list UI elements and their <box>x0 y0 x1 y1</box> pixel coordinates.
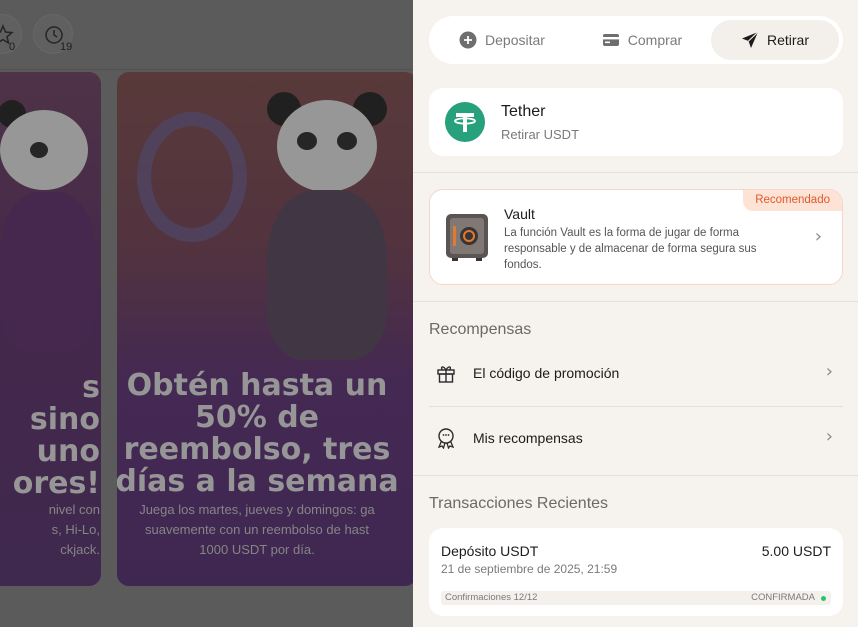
tab-comprar[interactable]: Comprar <box>577 20 707 60</box>
gift-icon <box>437 366 455 383</box>
transaction-confirmations: Confirmaciones 12/12 <box>445 592 538 603</box>
row-divider <box>429 406 843 407</box>
transaction-item[interactable]: Depósito USDT 5.00 USDT 21 de septiembre… <box>429 528 843 616</box>
currency-name: Tether <box>501 103 546 120</box>
wallet-panel: Depositar Comprar Retirar Tether Retirar… <box>413 0 858 627</box>
my-rewards-row[interactable]: Mis recompensas › <box>429 411 843 467</box>
reward-badge-icon <box>437 428 455 449</box>
transaction-date: 21 de septiembre de 2025, 21:59 <box>441 562 618 576</box>
chevron-right-icon: › <box>825 426 833 447</box>
vault-title: Vault <box>504 206 535 222</box>
divider <box>413 172 858 173</box>
plus-circle-icon <box>459 31 477 49</box>
divider <box>413 301 858 302</box>
card-icon <box>602 34 619 46</box>
promo-code-row[interactable]: El código de promoción › <box>429 346 843 402</box>
modal-backdrop[interactable] <box>0 0 413 627</box>
transaction-title: Depósito USDT <box>441 543 539 559</box>
vault-description: La función Vault es la forma de jugar de… <box>504 227 757 271</box>
recommended-badge: Recomendado <box>743 190 842 211</box>
tab-label: Comprar <box>627 32 683 48</box>
transactions-section-title: Transacciones Recientes <box>429 495 609 512</box>
tab-retirar[interactable]: Retirar <box>711 20 839 60</box>
transaction-status: CONFIRMADA <box>751 592 815 603</box>
transaction-amount: 5.00 USDT <box>761 543 831 559</box>
tab-depositar[interactable]: Depositar <box>437 20 567 60</box>
rewards-section-title: Recompensas <box>429 321 532 338</box>
tab-label: Depositar <box>485 32 545 48</box>
vault-card[interactable]: Recomendado Vault La función Vault es la… <box>429 189 843 285</box>
transaction-footer: Confirmaciones 12/12 CONFIRMADA <box>441 591 831 605</box>
currency-select-card[interactable]: Tether Retirar USDT <box>429 88 843 156</box>
vault-safe-icon <box>446 214 488 261</box>
wallet-tabs: Depositar Comprar Retirar <box>429 16 843 64</box>
status-dot-icon <box>821 596 826 601</box>
background-page: 0 19 s sino uno ores! nivel con s, Hi-Lo… <box>0 0 413 627</box>
tether-logo-icon <box>445 102 485 142</box>
chevron-right-icon: › <box>825 361 833 382</box>
chevron-right-icon: › <box>814 226 822 247</box>
my-rewards-label: Mis recompensas <box>473 430 583 446</box>
divider <box>413 475 858 476</box>
send-icon <box>741 31 759 48</box>
promo-code-label: El código de promoción <box>473 365 620 381</box>
currency-action: Retirar USDT <box>501 127 580 142</box>
tab-label: Retirar <box>766 32 809 48</box>
